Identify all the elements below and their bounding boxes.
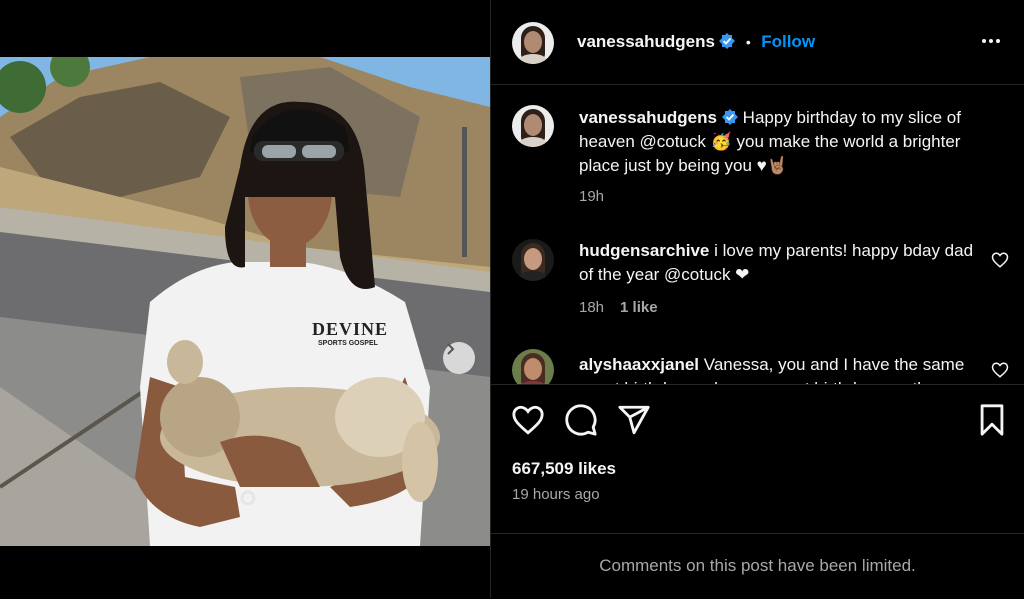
post-photo[interactable]: DEVINE SPORTS GOSPEL (0, 57, 490, 546)
caption-text: vanessahudgens Happy birthday to my slic… (579, 106, 989, 178)
header-author-line: vanessahudgens • Follow (577, 32, 815, 52)
caption: vanessahudgens Happy birthday to my slic… (491, 85, 1024, 225)
post-time-ago[interactable]: 19 hours ago (512, 486, 600, 503)
caption-avatar[interactable] (512, 105, 554, 147)
comment-avatar[interactable] (512, 239, 554, 281)
comment-username[interactable]: hudgensarchive (579, 241, 709, 260)
photo-image (0, 57, 490, 546)
follow-button[interactable]: Follow (761, 32, 815, 51)
caption-username[interactable]: vanessahudgens (579, 108, 717, 127)
comments-limited-notice: Comments on this post have been limited. (599, 556, 916, 575)
next-photo-button[interactable] (443, 342, 475, 374)
comment-likes[interactable]: 1 like (620, 299, 658, 316)
comment-avatar[interactable] (512, 349, 554, 384)
verified-badge-icon (721, 109, 738, 125)
comment-text: hudgensarchive i love my parents! happy … (579, 239, 989, 287)
chevron-right-icon (447, 343, 455, 355)
more-options-icon[interactable] (978, 28, 1004, 54)
comment-icon[interactable] (564, 403, 598, 437)
bookmark-icon[interactable] (975, 403, 1009, 437)
comment-time: 18h (579, 299, 605, 316)
shirt-print-sub: SPORTS GOSPEL (318, 340, 378, 347)
header-separator: • (745, 34, 751, 50)
heart-icon[interactable] (511, 403, 545, 437)
heart-icon[interactable] (991, 251, 1009, 269)
author-avatar[interactable] (512, 22, 554, 64)
comment-limit-bar: Comments on this post have been limited. (491, 533, 1024, 599)
heart-icon[interactable] (991, 361, 1009, 379)
comment-item: hudgensarchive i love my parents! happy … (491, 225, 1024, 335)
author-username[interactable]: vanessahudgens (577, 32, 715, 51)
post-actions: 667,509 likes 19 hours ago (491, 384, 1024, 515)
shirt-print-brand: DEVINE (312, 319, 389, 339)
comment-meta: 18h 1 like (579, 299, 658, 316)
comment-username[interactable]: alyshaaxxjanel (579, 355, 699, 374)
comment-text: alyshaaxxjanel Vanessa, you and I have t… (579, 353, 989, 384)
likes-count[interactable]: 667,509 likes (512, 459, 616, 479)
caption-time: 19h (579, 188, 605, 205)
verified-badge-icon (719, 33, 736, 49)
post-header: vanessahudgens • Follow (491, 0, 1024, 85)
comments-list: vanessahudgens Happy birthday to my slic… (491, 85, 1024, 384)
post-viewer: DEVINE SPORTS GOSPEL vanessahudgens • Fo… (0, 0, 1024, 598)
comment-item: alyshaaxxjanel Vanessa, you and I have t… (491, 335, 1024, 384)
share-icon[interactable] (617, 403, 651, 437)
